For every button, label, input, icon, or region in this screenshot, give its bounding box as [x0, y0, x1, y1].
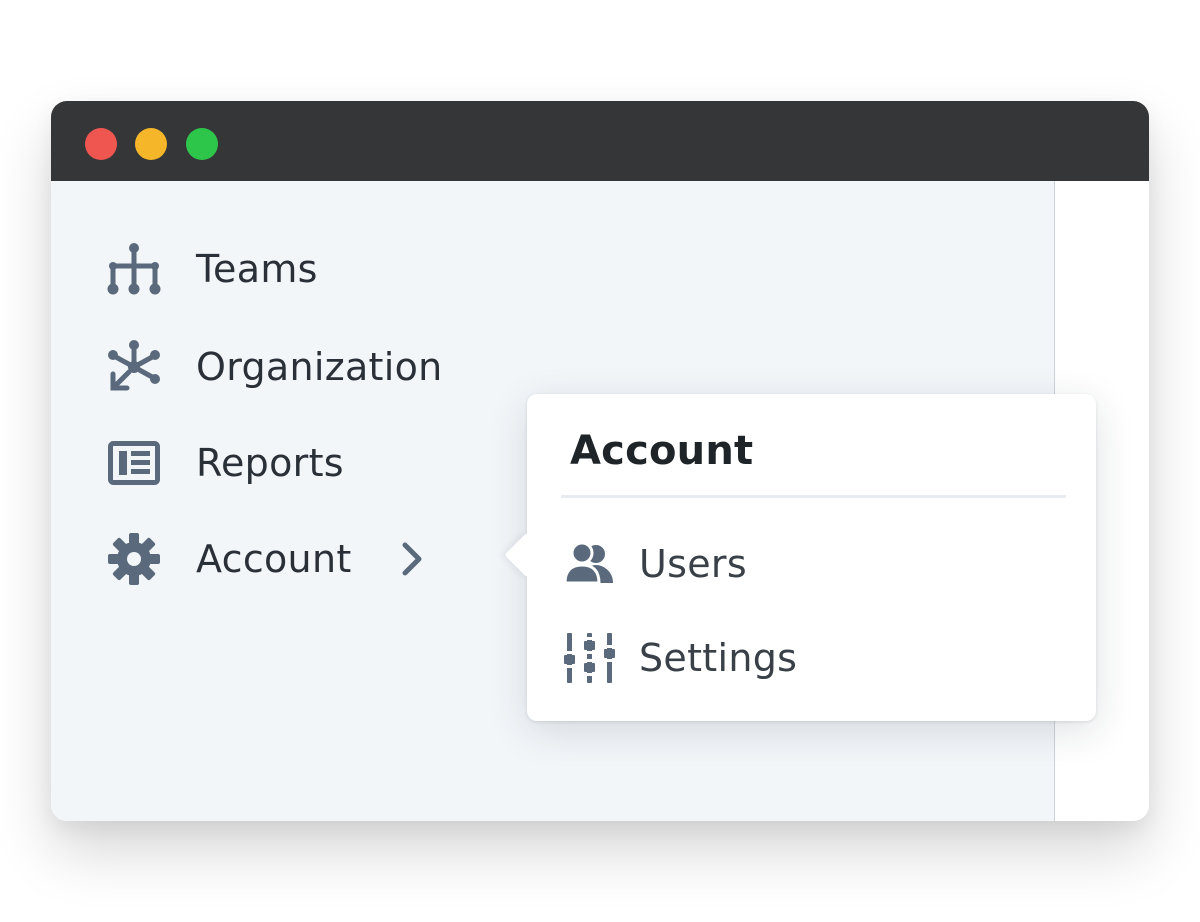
popover-title: Account [570, 428, 754, 474]
menu-item-settings[interactable]: Settings [563, 630, 797, 686]
menu-item-users[interactable]: Users [563, 536, 747, 592]
sidebar-item-teams[interactable]: Teams [107, 241, 318, 297]
chevron-right-icon [400, 541, 424, 577]
maximize-window-button[interactable] [186, 128, 218, 160]
sidebar-item-account[interactable]: Account [107, 531, 424, 587]
account-submenu-popover: Account Users Settings [504, 394, 1096, 721]
hierarchy-icon [107, 242, 161, 296]
minimize-window-button[interactable] [135, 128, 167, 160]
sliders-icon [563, 631, 617, 685]
close-window-button[interactable] [85, 128, 117, 160]
sidebar-item-label: Teams [196, 247, 318, 291]
sidebar-item-label: Account [196, 537, 352, 581]
gear-icon [107, 532, 161, 586]
sidebar-item-label: Organization [196, 345, 443, 389]
network-icon [107, 340, 161, 394]
sidebar-item-label: Reports [196, 441, 344, 485]
report-list-icon [107, 436, 161, 490]
title-bar [51, 101, 1149, 181]
popover-divider [561, 495, 1066, 498]
menu-item-label: Settings [639, 636, 798, 680]
sidebar-item-organization[interactable]: Organization [107, 339, 443, 395]
menu-item-label: Users [639, 542, 747, 586]
sidebar-item-reports[interactable]: Reports [107, 435, 344, 491]
users-icon [563, 537, 617, 591]
